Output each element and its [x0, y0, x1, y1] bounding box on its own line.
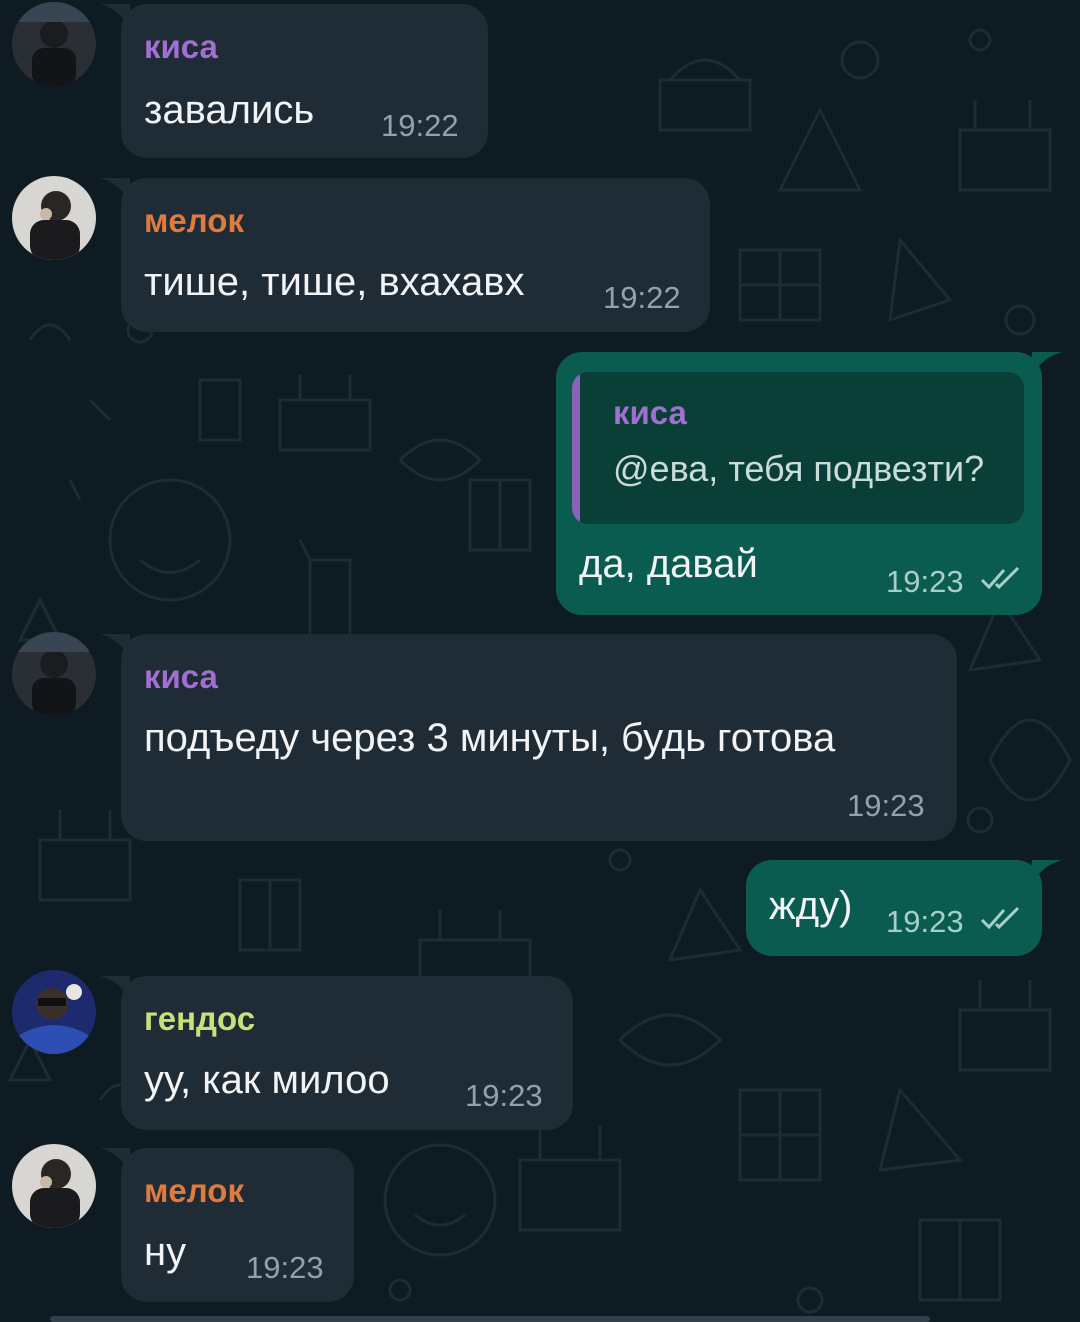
- message-text: жду): [769, 884, 853, 928]
- message-time: 19:23: [886, 904, 964, 939]
- reply-text: @ева, тебя подвезти?: [613, 448, 985, 489]
- sender-name[interactable]: киса: [144, 28, 218, 66]
- double-check-icon: [980, 566, 1020, 590]
- message-text: завались: [144, 88, 315, 132]
- sender-name[interactable]: мелок: [144, 1172, 244, 1210]
- message-bubble-incoming[interactable]: киса завались 19:22: [121, 4, 488, 158]
- bubble-tail: [1032, 860, 1062, 886]
- message-text: уу, как милоо: [144, 1058, 390, 1102]
- sender-name[interactable]: мелок: [144, 202, 244, 240]
- reply-sender-name: киса: [613, 394, 687, 431]
- message-bubble-outgoing[interactable]: киса @ева, тебя подвезти? да, давай 19:2…: [556, 352, 1042, 615]
- avatar-melok[interactable]: [12, 176, 96, 260]
- avatar-gendos[interactable]: [12, 970, 96, 1054]
- message-bubble-incoming[interactable]: мелок ну 19:23: [121, 1148, 354, 1302]
- message-time: 19:22: [381, 108, 459, 143]
- sender-name[interactable]: гендос: [144, 1000, 255, 1038]
- bubble-tail: [1032, 352, 1062, 378]
- sender-name[interactable]: киса: [144, 658, 218, 696]
- message-bubble-incoming[interactable]: мелок тише, тише, вхахавх 19:22: [121, 178, 710, 332]
- avatar-kisa[interactable]: [12, 632, 96, 716]
- message-time: 19:23: [886, 564, 964, 599]
- message-text: ну: [144, 1230, 187, 1274]
- input-bar-edge: [50, 1316, 930, 1322]
- reply-quote[interactable]: киса @ева, тебя подвезти?: [572, 372, 1024, 524]
- message-text: тише, тише, вхахавх: [144, 260, 525, 304]
- avatar-kisa[interactable]: [12, 2, 96, 86]
- message-time: 19:22: [603, 280, 681, 315]
- message-bubble-incoming[interactable]: киса подъеду через 3 минуты, будь готова…: [121, 634, 957, 841]
- message-bubble-incoming[interactable]: гендос уу, как милоо 19:23: [121, 976, 573, 1130]
- message-text: подъеду через 3 минуты, будь готова: [144, 716, 836, 760]
- message-text: да, давай: [579, 542, 758, 586]
- message-time: 19:23: [246, 1250, 324, 1285]
- avatar-melok[interactable]: [12, 1144, 96, 1228]
- double-check-icon: [980, 906, 1020, 930]
- message-bubble-outgoing[interactable]: жду) 19:23: [746, 860, 1042, 956]
- reply-accent-bar: [572, 372, 580, 524]
- message-time: 19:23: [465, 1078, 543, 1113]
- message-time: 19:23: [847, 788, 925, 823]
